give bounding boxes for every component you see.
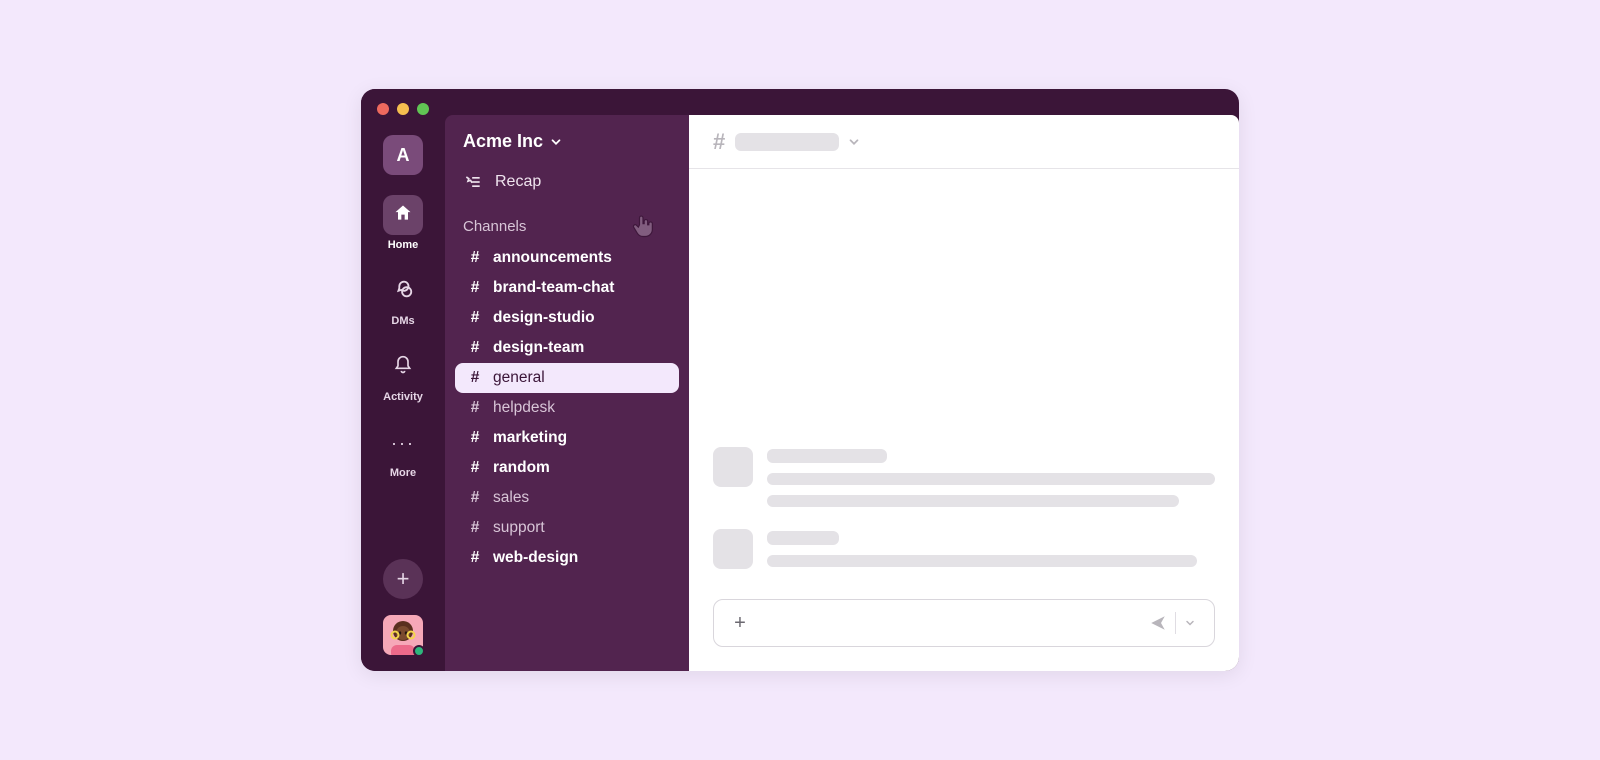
recap-item[interactable]: Recap [455, 164, 679, 200]
bell-icon [393, 355, 413, 380]
channel-item-helpdesk[interactable]: # helpdesk [455, 393, 679, 423]
close-window-button[interactable] [377, 103, 389, 115]
channel-item-design-studio[interactable]: # design-studio [455, 303, 679, 333]
user-avatar[interactable] [383, 615, 423, 655]
message-content-placeholder [767, 529, 1215, 569]
channel-label: design-studio [493, 309, 595, 327]
channel-label: marketing [493, 429, 567, 447]
app-window: A Home DMs [361, 89, 1239, 671]
rail-label-more: More [390, 467, 416, 479]
channel-sidebar: Acme Inc Recap Channels # announcements # b… [445, 115, 689, 671]
hash-icon: # [465, 519, 485, 537]
channel-label: design-team [493, 339, 584, 357]
rail-item-activity[interactable]: Activity [383, 347, 423, 403]
hash-icon: # [465, 369, 485, 387]
message-content-placeholder [767, 447, 1215, 507]
channel-item-general[interactable]: # general [455, 363, 679, 393]
recap-label: Recap [495, 173, 541, 191]
send-icon [1149, 614, 1167, 632]
rail-label-home: Home [388, 239, 419, 251]
maximize-window-button[interactable] [417, 103, 429, 115]
message-avatar-placeholder [713, 447, 753, 487]
channel-item-sales[interactable]: # sales [455, 483, 679, 513]
channel-item-random[interactable]: # random [455, 453, 679, 483]
chevron-down-icon [1184, 617, 1196, 629]
nav-rail: A Home DMs [361, 89, 445, 671]
plus-icon: + [734, 612, 746, 635]
channel-name-placeholder [735, 133, 839, 151]
hash-icon: # [465, 459, 485, 477]
hash-icon: # [713, 129, 725, 155]
workspace-menu[interactable]: Acme Inc [455, 127, 679, 164]
plus-icon: + [397, 566, 410, 592]
channels-header-label: Channels [463, 218, 526, 235]
channel-label: support [493, 519, 545, 537]
message-pane: # [689, 115, 1239, 671]
channel-label: sales [493, 489, 529, 507]
chevron-down-icon [847, 135, 861, 149]
presence-indicator [413, 645, 425, 657]
rail-item-home[interactable]: Home [383, 195, 423, 251]
channels-section-header[interactable]: Channels [455, 200, 679, 243]
message-item [713, 447, 1215, 507]
create-new-button[interactable]: + [383, 559, 423, 599]
channel-item-support[interactable]: # support [455, 513, 679, 543]
channel-label: general [493, 369, 545, 387]
rail-label-activity: Activity [383, 391, 423, 403]
send-button[interactable] [1141, 608, 1175, 638]
message-composer[interactable]: + [713, 599, 1215, 647]
channel-label: announcements [493, 249, 612, 267]
composer-add-button[interactable]: + [728, 611, 752, 635]
channel-item-marketing[interactable]: # marketing [455, 423, 679, 453]
hash-icon: # [465, 339, 485, 357]
hash-icon: # [465, 429, 485, 447]
hash-icon: # [465, 489, 485, 507]
recap-icon [463, 172, 483, 192]
send-button-group [1141, 608, 1204, 638]
workspace-name: Acme Inc [463, 131, 543, 152]
pointer-cursor-icon [629, 212, 657, 240]
hash-icon: # [465, 549, 485, 567]
workspace-switcher[interactable]: A [383, 135, 423, 175]
hash-icon: # [465, 399, 485, 417]
channel-item-web-design[interactable]: # web-design [455, 543, 679, 573]
channel-list: # announcements # brand-team-chat # design-st… [455, 243, 679, 573]
channel-label: brand-team-chat [493, 279, 614, 297]
chevron-down-icon [549, 135, 563, 149]
channel-header[interactable]: # [689, 115, 1239, 169]
hash-icon: # [465, 249, 485, 267]
channel-item-announcements[interactable]: # announcements [455, 243, 679, 273]
hash-icon: # [465, 309, 485, 327]
channel-label: helpdesk [493, 399, 555, 417]
channel-item-brand-team-chat[interactable]: # brand-team-chat [455, 273, 679, 303]
ellipsis-icon: ··· [391, 433, 415, 454]
hash-icon: # [465, 279, 485, 297]
message-item [713, 529, 1215, 569]
window-controls [377, 103, 429, 115]
dms-icon [392, 278, 414, 305]
channel-label: random [493, 459, 550, 477]
rail-item-more[interactable]: ··· More [383, 423, 423, 479]
window-body: A Home DMs [361, 89, 1239, 671]
channel-item-design-team[interactable]: # design-team [455, 333, 679, 363]
rail-label-dms: DMs [391, 315, 414, 327]
minimize-window-button[interactable] [397, 103, 409, 115]
rail-item-dms[interactable]: DMs [383, 271, 423, 327]
home-icon [393, 203, 413, 228]
message-list [689, 169, 1239, 591]
send-options-button[interactable] [1176, 611, 1204, 635]
message-avatar-placeholder [713, 529, 753, 569]
channel-label: web-design [493, 549, 578, 567]
